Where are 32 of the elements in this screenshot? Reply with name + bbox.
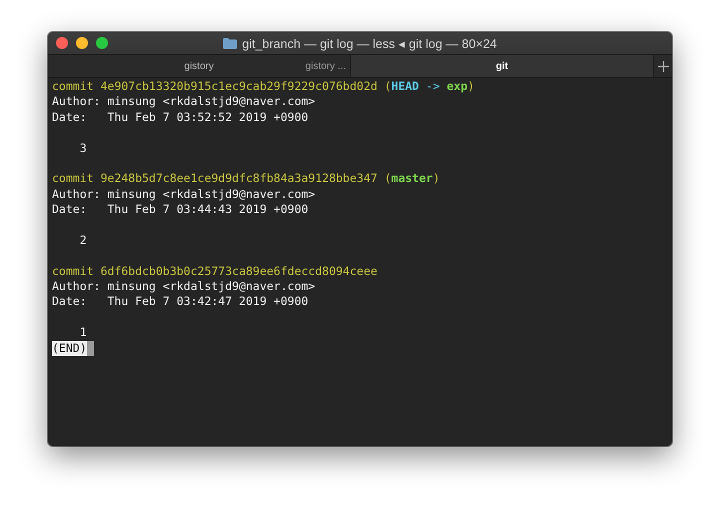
commit-date: Date: Thu Feb 7 03:44:43 2019 +0900 xyxy=(52,202,310,218)
ref-paren: ) xyxy=(468,79,474,93)
commit-hash: 6df6bdcb0b3b0c25773ca89ee6fdeccd8094ceee xyxy=(100,264,378,280)
commit-message: 1 xyxy=(80,325,87,340)
commit-hash: 4e907cb13320b915c1ec9cab29f9229c076bd02d xyxy=(100,79,378,94)
pager-prompt: (END) xyxy=(52,340,87,356)
folder-icon xyxy=(223,38,238,48)
ref-paren: ( xyxy=(384,171,392,186)
commit-date: Date: Thu Feb 7 03:42:47 2019 +0900 xyxy=(52,294,310,310)
minimize-button[interactable] xyxy=(76,37,88,49)
commit-author: Author: minsung <rkdalstjd9@naver.com> xyxy=(52,279,316,294)
branch-ref: exp xyxy=(446,79,468,93)
commit-keyword: commit xyxy=(52,79,94,94)
tab[interactable]: git xyxy=(351,55,654,77)
commit-hash: 9e248b5d7c8ee1ce9d9dfc8fb84a3a9128bbe347 xyxy=(100,171,378,187)
window-title: git_branch — git log — less ◂ git log — 80×24 xyxy=(242,36,497,50)
tab-subtitle: gistory ... xyxy=(305,60,346,72)
ref-arrow: -> xyxy=(426,79,440,93)
branch-ref: master xyxy=(391,171,433,186)
new-tab-icon[interactable] xyxy=(658,60,668,72)
head-ref: HEAD xyxy=(391,79,419,93)
close-button[interactable] xyxy=(56,37,68,49)
commit-date: Date: Thu Feb 7 03:52:52 2019 +0900 xyxy=(52,110,310,126)
commit-author: Author: minsung <rkdalstjd9@naver.com> xyxy=(52,94,316,110)
commit-keyword: commit xyxy=(52,264,94,280)
zoom-button[interactable] xyxy=(96,37,108,49)
commit-author: Author: minsung <rkdalstjd9@naver.com> xyxy=(52,186,316,202)
ref-paren: ) xyxy=(432,171,440,186)
ref-paren: ( xyxy=(384,79,392,93)
commit-keyword: commit xyxy=(52,171,94,187)
commit-message: 2 xyxy=(80,232,87,247)
commit-message: 3 xyxy=(80,140,87,155)
